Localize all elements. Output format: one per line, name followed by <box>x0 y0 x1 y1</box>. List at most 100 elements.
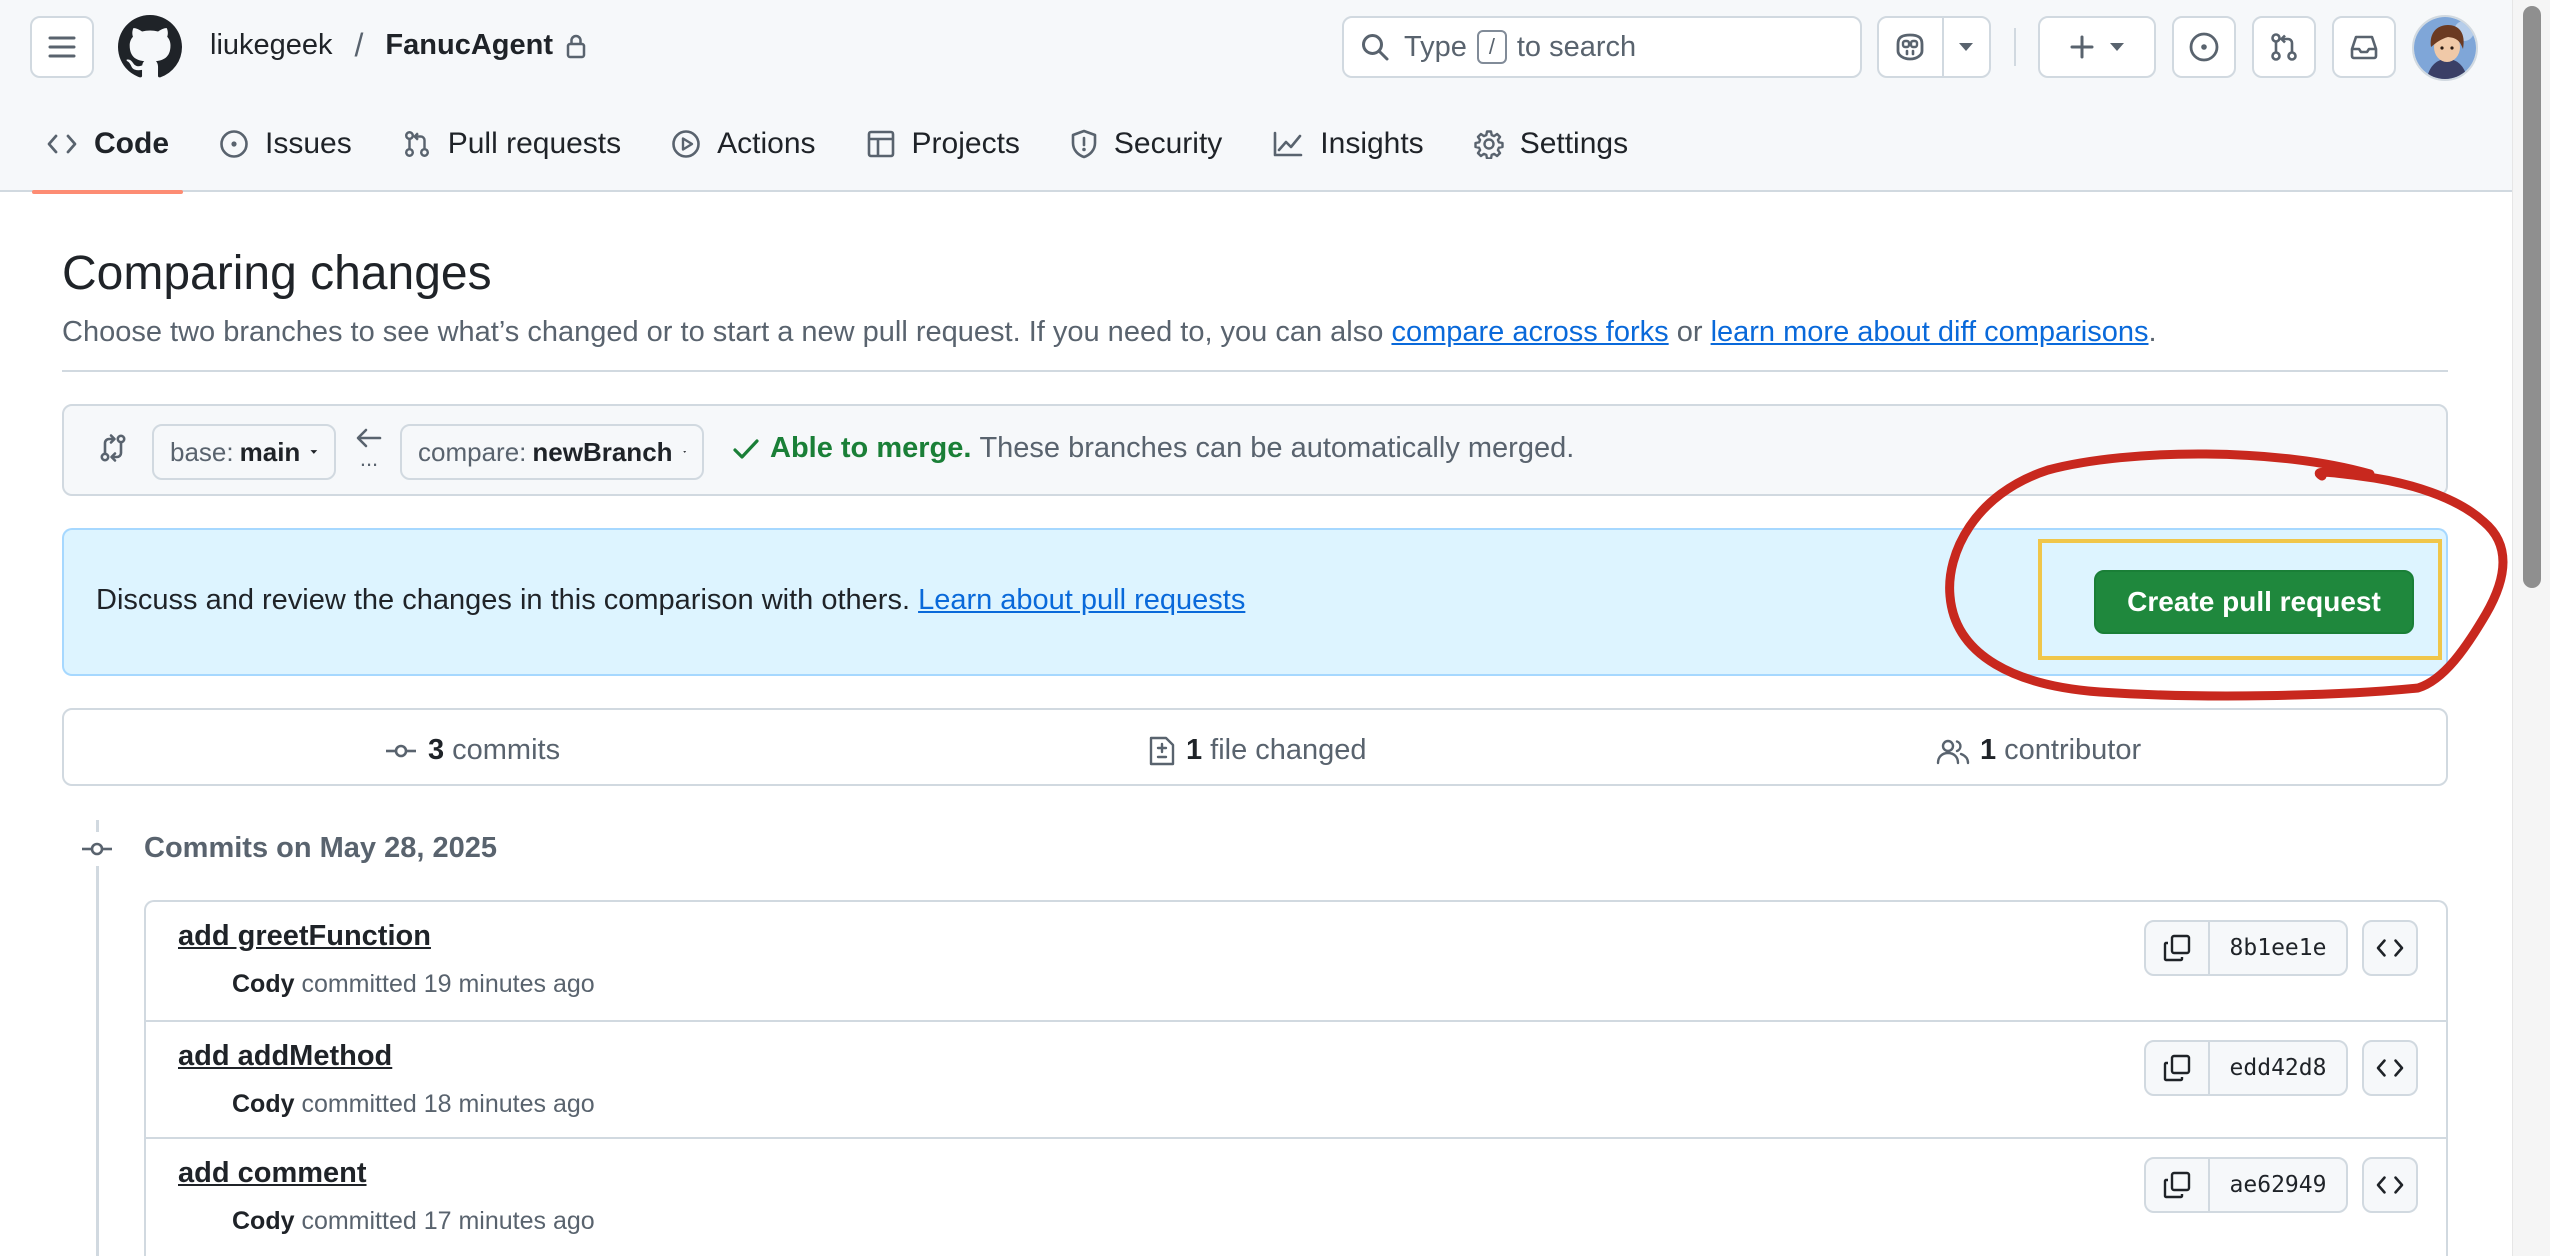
check-icon <box>733 438 759 459</box>
learn-diff-comparisons-link[interactable]: learn more about diff comparisons <box>1711 316 2149 348</box>
commit-meta: Cody committed 18 minutes ago <box>232 1090 595 1119</box>
code-icon <box>2376 1059 2404 1077</box>
repo-tabs: Code Issues Pull requests Actions Projec… <box>30 96 1662 194</box>
compare-across-forks-link[interactable]: compare across forks <box>1391 316 1668 348</box>
copy-icon <box>2163 1171 2191 1199</box>
breadcrumb-separator: / <box>354 27 364 63</box>
base-label: base: <box>170 436 234 467</box>
inbox-icon <box>2350 35 2378 60</box>
commit-sha-link[interactable]: edd42d8 <box>2210 1042 2346 1094</box>
tab-actions-label: Actions <box>717 127 816 160</box>
tab-security[interactable]: Security <box>1054 96 1238 192</box>
commit-author[interactable]: Cody <box>232 1207 295 1235</box>
git-pull-request-icon <box>2271 33 2297 61</box>
files-changed-link[interactable]: 1 file changed <box>1148 734 1367 767</box>
files-count: 1 <box>1186 734 1203 766</box>
code-icon <box>2376 939 2404 957</box>
commit-author[interactable]: Cody <box>232 970 295 998</box>
commits-summary-link[interactable]: 3 commits <box>384 734 560 767</box>
notifications-button[interactable] <box>2332 16 2396 78</box>
user-avatar[interactable] <box>2412 15 2478 81</box>
compare-branch-select[interactable]: compare: newBranch <box>400 424 704 480</box>
highlight-box <box>2038 539 2442 660</box>
create-new-part <box>2040 18 2154 76</box>
search-icon <box>1362 34 1389 61</box>
search-input[interactable]: Type / to search <box>1342 16 1862 78</box>
copy-icon <box>2163 934 2191 962</box>
table-icon <box>867 130 894 158</box>
tab-code-label: Code <box>94 127 169 160</box>
tab-actions[interactable]: Actions <box>655 96 831 192</box>
browse-repo-at-commit-button[interactable] <box>2362 920 2418 976</box>
copilot-button[interactable] <box>1879 18 1942 76</box>
global-topbar: liukegeek / FanucAgent Type / to search <box>0 0 2512 96</box>
your-issues-button[interactable] <box>2172 16 2236 78</box>
commit-sha-link[interactable]: 8b1ee1e <box>2210 922 2346 974</box>
search-shortcut-key: / <box>1476 30 1507 64</box>
page-scrollbar[interactable] <box>2512 0 2550 1256</box>
page-description-or: or <box>1676 316 1703 348</box>
commits-date-heading: Commits on May 28, 2025 <box>144 832 497 864</box>
repo-name-link[interactable]: FanucAgent <box>385 29 553 62</box>
contributors-link[interactable]: 1 contributor <box>1936 734 2141 767</box>
tab-insights[interactable]: Insights <box>1256 96 1439 192</box>
play-icon <box>672 130 700 158</box>
flash-message-text: Discuss and review the changes in this c… <box>96 584 910 616</box>
create-new-button[interactable] <box>2038 16 2156 78</box>
tab-settings[interactable]: Settings <box>1458 96 1644 192</box>
triangle-down-icon <box>682 451 686 453</box>
commits-count: 3 <box>428 734 445 766</box>
commit-sha-group: 8b1ee1e <box>2144 920 2348 976</box>
learn-about-pull-requests-link[interactable]: Learn about pull requests <box>918 584 1245 616</box>
base-branch-name: main <box>239 436 301 467</box>
commit-title-link[interactable]: add addMethod <box>178 1040 392 1073</box>
commit-row: add greetFunction Cody committed 19 minu… <box>146 902 2446 1020</box>
tab-projects[interactable]: Projects <box>850 96 1036 192</box>
commit-title-link[interactable]: add greetFunction <box>178 920 431 953</box>
flash-message: Discuss and review the changes in this c… <box>96 584 1245 617</box>
tab-issues[interactable]: Issues <box>203 96 368 192</box>
graph-icon <box>1273 131 1303 157</box>
your-pull-requests-button[interactable] <box>2252 16 2316 78</box>
page-description: Choose two branches to see what’s change… <box>62 316 2157 349</box>
scrollbar-thumb[interactable] <box>2523 6 2541 588</box>
triangle-down-icon <box>1959 43 1974 51</box>
tab-projects-label: Projects <box>911 127 1020 160</box>
repo-owner-link[interactable]: liukegeek <box>210 29 333 62</box>
breadcrumb: liukegeek / FanucAgent <box>210 27 587 64</box>
compare-branch-name: newBranch <box>532 436 673 467</box>
contributors-label: contributor <box>2004 734 2142 766</box>
triangle-down-icon <box>310 450 318 454</box>
copy-sha-button[interactable] <box>2146 1159 2210 1211</box>
range-arrow: ... <box>354 426 384 470</box>
base-branch-select[interactable]: base: main <box>152 424 336 480</box>
commit-time: committed 18 minutes ago <box>301 1090 595 1118</box>
tab-settings-label: Settings <box>1519 127 1629 160</box>
commit-meta: Cody committed 19 minutes ago <box>232 970 595 999</box>
commit-time: committed 17 minutes ago <box>301 1207 595 1235</box>
copilot-menu-button[interactable] <box>1941 18 1989 76</box>
header-divider <box>2014 28 2016 66</box>
tab-code[interactable]: Code <box>30 96 185 194</box>
plus-icon <box>2070 35 2094 59</box>
commit-author[interactable]: Cody <box>232 1090 295 1118</box>
gear-icon <box>1473 130 1504 159</box>
copilot-button-group <box>1877 16 1991 78</box>
github-logo-icon[interactable] <box>118 15 182 79</box>
browse-repo-at-commit-button[interactable] <box>2362 1157 2418 1213</box>
branch-range-editor: base: main ... compare: newBranch Able to … <box>62 404 2448 496</box>
browse-repo-at-commit-button[interactable] <box>2362 1040 2418 1096</box>
files-label: file changed <box>1210 734 1367 766</box>
menu-button[interactable] <box>30 16 94 78</box>
commit-title-link[interactable]: add comment <box>178 1157 367 1190</box>
triangle-down-icon <box>2110 43 2124 51</box>
compare-label: compare: <box>418 436 527 467</box>
tab-pull-requests[interactable]: Pull requests <box>386 96 637 192</box>
page-description-text: Choose two branches to see what’s change… <box>62 316 1384 348</box>
commit-sha-link[interactable]: ae62949 <box>2210 1159 2346 1211</box>
copy-sha-button[interactable] <box>2146 922 2210 974</box>
commit-sha-group: edd42d8 <box>2144 1040 2348 1096</box>
copy-sha-button[interactable] <box>2146 1042 2210 1094</box>
issue-opened-icon <box>2189 32 2219 62</box>
commit-row: add addMethod Cody committed 18 minutes … <box>146 1020 2446 1138</box>
